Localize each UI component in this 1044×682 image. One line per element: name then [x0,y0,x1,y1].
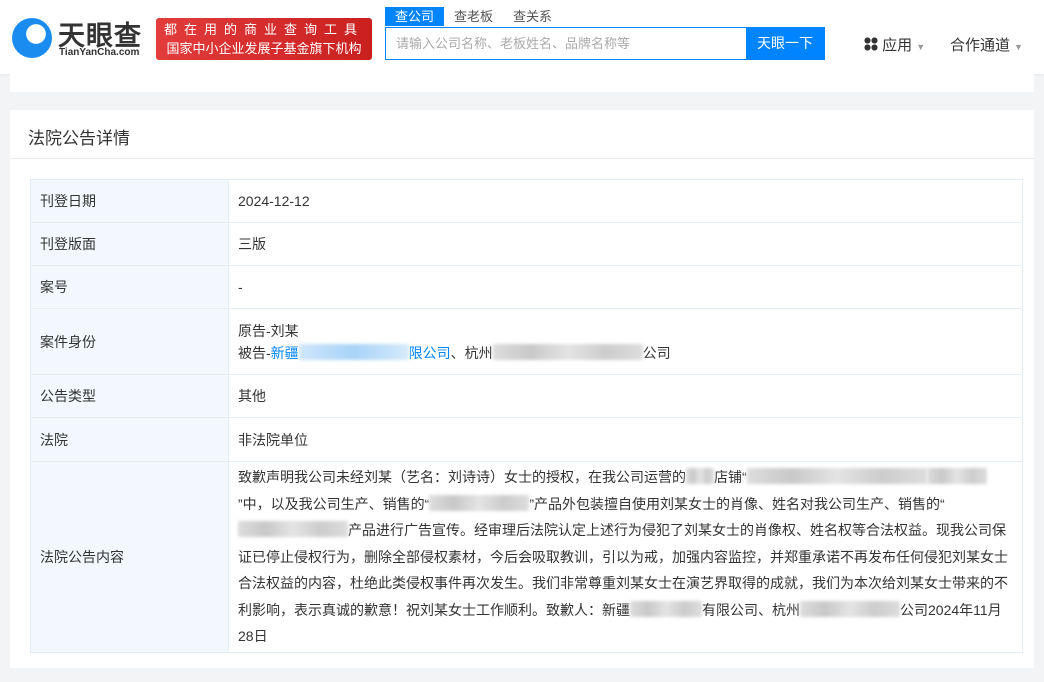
card-title: 法院公告详情 [28,129,130,148]
apps-menu[interactable]: 应用 ▼ [864,34,925,55]
publish-date: 2024-12-12 [228,179,1023,223]
row-label: 刊登日期 [30,179,229,223]
slogan-line1: 都在用的商业查询工具 [163,22,364,37]
row-label: 法院公告内容 [30,461,229,653]
notice-detail-table: 刊登日期 2024-12-12 刊登版面 三版 案号 - 案件身份 原告-刘某 被告-… [30,179,1023,653]
case-parties: 原告-刘某 被告-新疆 限公司、杭州 公司 [228,308,1023,375]
court-notice-card: 法院公告详情 刊登日期 2024-12-12 刊登版面 三版 案号 - 案件身份 原告… [10,110,1034,668]
defendant2: 杭州 公司 [464,343,671,361]
table-row: 法院公告内容 致歉声明我公司未经刘某（艺名：刘诗诗）女士的授权，在我公司运营的店… [30,461,1023,653]
apps-grid-icon [864,37,878,51]
partner-menu[interactable]: 合作通道 ▼ [950,34,1023,55]
notice-content: 致歉声明我公司未经刘某（艺名：刘诗诗）女士的授权，在我公司运营的 店铺“”中，以及… [228,461,1023,653]
slogan-banner[interactable]: 都在用的商业查询工具 国家中小企业发展子基金旗下机构 [156,18,372,60]
previous-card-strip [10,74,1034,92]
row-label: 案件身份 [30,308,229,375]
search-area: 查公司 查老板 查关系 天眼一下 [385,7,825,60]
row-label: 公告类型 [30,374,229,418]
search-button[interactable]: 天眼一下 [746,28,824,59]
row-label: 刊登版面 [30,222,229,266]
logo-domain: TianYanCha.com [59,47,140,58]
defendant1-link[interactable]: 新疆 限公司 [271,343,451,361]
notice-type: 其他 [228,374,1023,418]
apps-label: 应用 [882,37,913,54]
table-row: 公告类型 其他 [30,374,1023,418]
partner-label: 合作通道 [950,37,1011,54]
tab-boss[interactable]: 查老板 [444,7,503,26]
row-label: 法院 [30,417,229,462]
divider [10,158,1034,159]
search-input[interactable] [386,28,746,59]
publish-page: 三版 [228,222,1023,266]
chevron-down-icon: ▼ [1014,42,1023,52]
table-row: 法院 非法院单位 [30,417,1023,462]
row-label: 案号 [30,265,229,309]
table-row: 刊登日期 2024-12-12 [30,179,1023,223]
tab-company[interactable]: 查公司 [385,7,445,26]
table-row: 刊登版面 三版 [30,222,1023,266]
plaintiff: 原告-刘某 [238,322,299,339]
court: 非法院单位 [228,417,1023,462]
defendant-prefix: 被告- [238,344,271,361]
table-row: 案件身份 原告-刘某 被告-新疆 限公司、杭州 公司 [30,308,1023,375]
chevron-down-icon: ▼ [916,42,926,52]
tab-relation[interactable]: 查关系 [503,7,562,26]
case-number: - [228,265,1023,309]
table-row: 案号 - [30,265,1023,309]
top-header: 天眼查 TianYanCha.com 都在用的商业查询工具 国家中小企业发展子基… [0,0,1044,74]
slogan-line2: 国家中小企业发展子基金旗下机构 [166,41,362,56]
tianyancha-logo-icon[interactable] [12,18,52,58]
